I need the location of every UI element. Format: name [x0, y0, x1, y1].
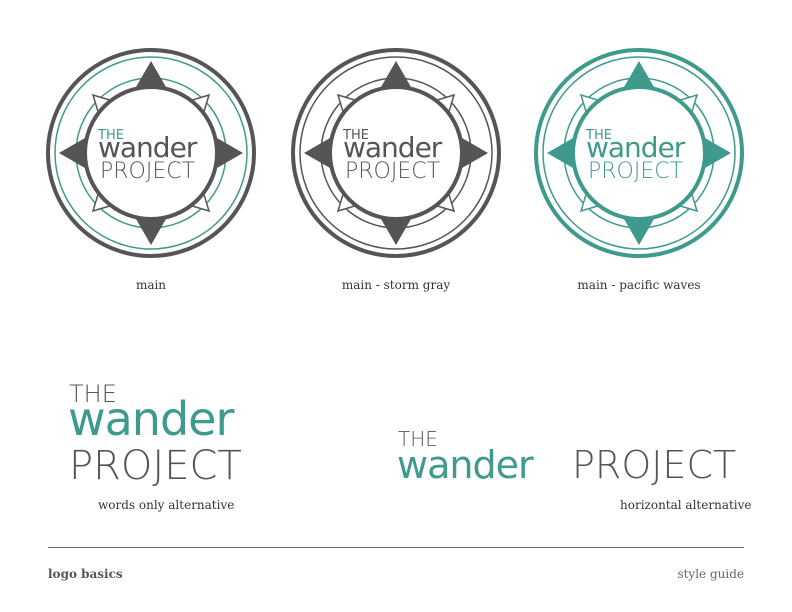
words-project-text: PROJECT [69, 443, 242, 486]
badge-project-text: PROJECT [588, 159, 683, 184]
words-only-caption: words only alternative [98, 498, 235, 512]
logo-words-only: THE wander PROJECT [68, 378, 258, 489]
logo-horizontal: THE wander PROJECT [397, 426, 745, 488]
badge-project-text: PROJECT [345, 159, 440, 184]
footer-section-title: logo basics [48, 567, 123, 581]
footer-document-title: style guide [677, 567, 744, 581]
badge-caption-main: main [135, 278, 167, 292]
badge-project-text: PROJECT [100, 159, 195, 184]
badge-caption-storm-gray: main - storm gray [341, 278, 451, 292]
logo-badge-pacific-waves: THE wander PROJECT [533, 47, 745, 259]
logo-badge-storm-gray: THE wander PROJECT [290, 47, 502, 259]
footer-divider [48, 547, 744, 548]
words-wander-text: wander [68, 392, 234, 446]
horizontal-caption: horizontal alternative [620, 498, 752, 512]
logo-badge-main: THE wander PROJECT [45, 47, 257, 259]
horizontal-wander-text: wander [397, 443, 534, 487]
horizontal-project-text: PROJECT [572, 443, 736, 487]
badge-caption-pacific-waves: main - pacific waves [577, 278, 701, 292]
